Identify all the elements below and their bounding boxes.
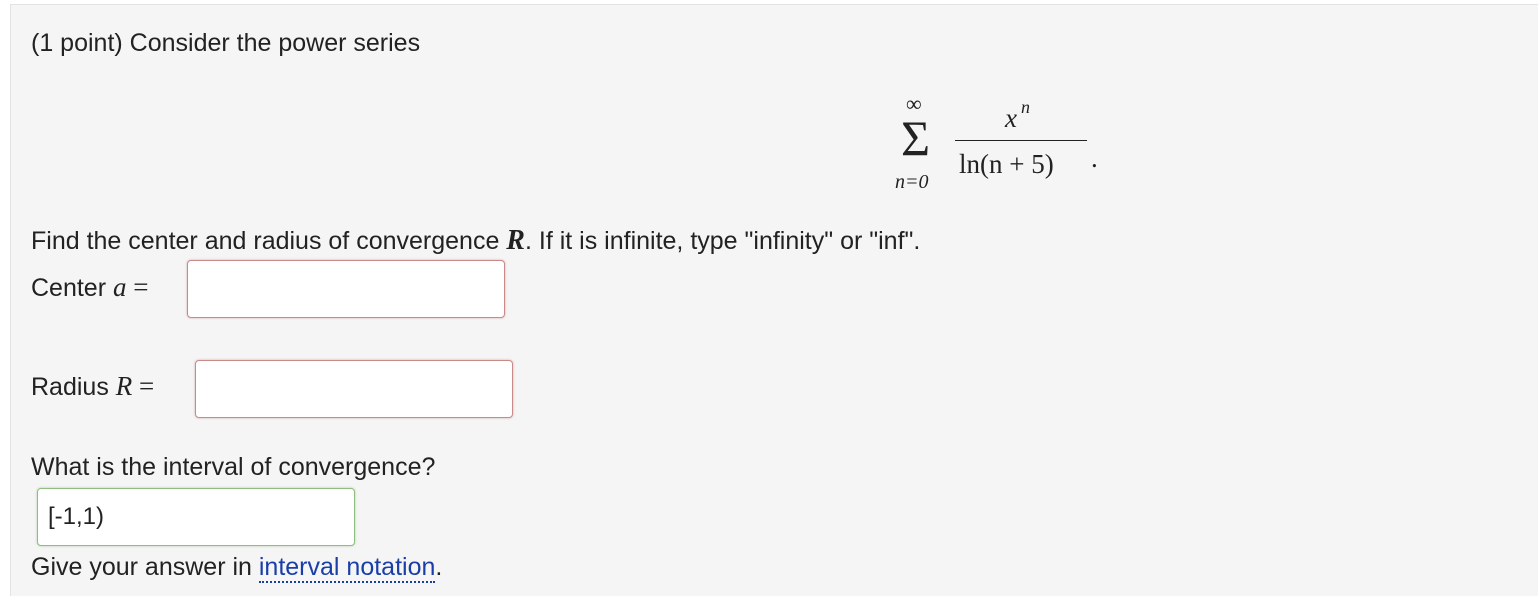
problem-intro: (1 point) Consider the power series bbox=[31, 29, 421, 57]
formula-period: . bbox=[1091, 143, 1098, 173]
center-input[interactable] bbox=[187, 260, 505, 318]
power-series-formula: ∞ Σ n=0 x n ln(n + 5) . bbox=[889, 91, 1119, 201]
hint-text: Give your answer in interval notation. bbox=[31, 553, 443, 583]
hint-suffix: . bbox=[435, 553, 443, 581]
radius-label: Radius R = bbox=[31, 371, 154, 402]
interval-input[interactable] bbox=[37, 488, 355, 546]
radius-input[interactable] bbox=[195, 360, 513, 418]
center-label-text: Center bbox=[31, 274, 113, 302]
radius-label-equals: = bbox=[132, 371, 155, 401]
instruction-text: Find the center and radius of convergenc… bbox=[31, 225, 920, 257]
instruction-prefix: Find the center and radius of convergenc… bbox=[31, 227, 507, 255]
denominator: ln(n + 5) bbox=[959, 149, 1054, 179]
hint-prefix: Give your answer in bbox=[31, 553, 259, 581]
problem-panel: (1 point) Consider the power series ∞ Σ … bbox=[10, 4, 1538, 596]
radius-label-variable: R bbox=[115, 371, 133, 401]
sum-lower-limit: n=0 bbox=[895, 171, 929, 193]
interval-notation-link[interactable]: interval notation bbox=[258, 553, 436, 583]
numerator-exponent: n bbox=[1021, 97, 1030, 117]
center-label-variable: a bbox=[112, 272, 127, 302]
sum-symbol: Σ bbox=[901, 110, 931, 166]
radius-label-text: Radius bbox=[31, 373, 116, 401]
numerator-base: x bbox=[1005, 103, 1017, 133]
fraction-bar bbox=[955, 140, 1087, 141]
instruction-variable: R bbox=[506, 225, 525, 256]
center-label: Center a = bbox=[31, 272, 148, 303]
interval-question: What is the interval of convergence? bbox=[31, 453, 436, 481]
center-label-equals: = bbox=[126, 272, 149, 302]
instruction-suffix: . If it is infinite, type "infinity" or … bbox=[524, 227, 921, 255]
